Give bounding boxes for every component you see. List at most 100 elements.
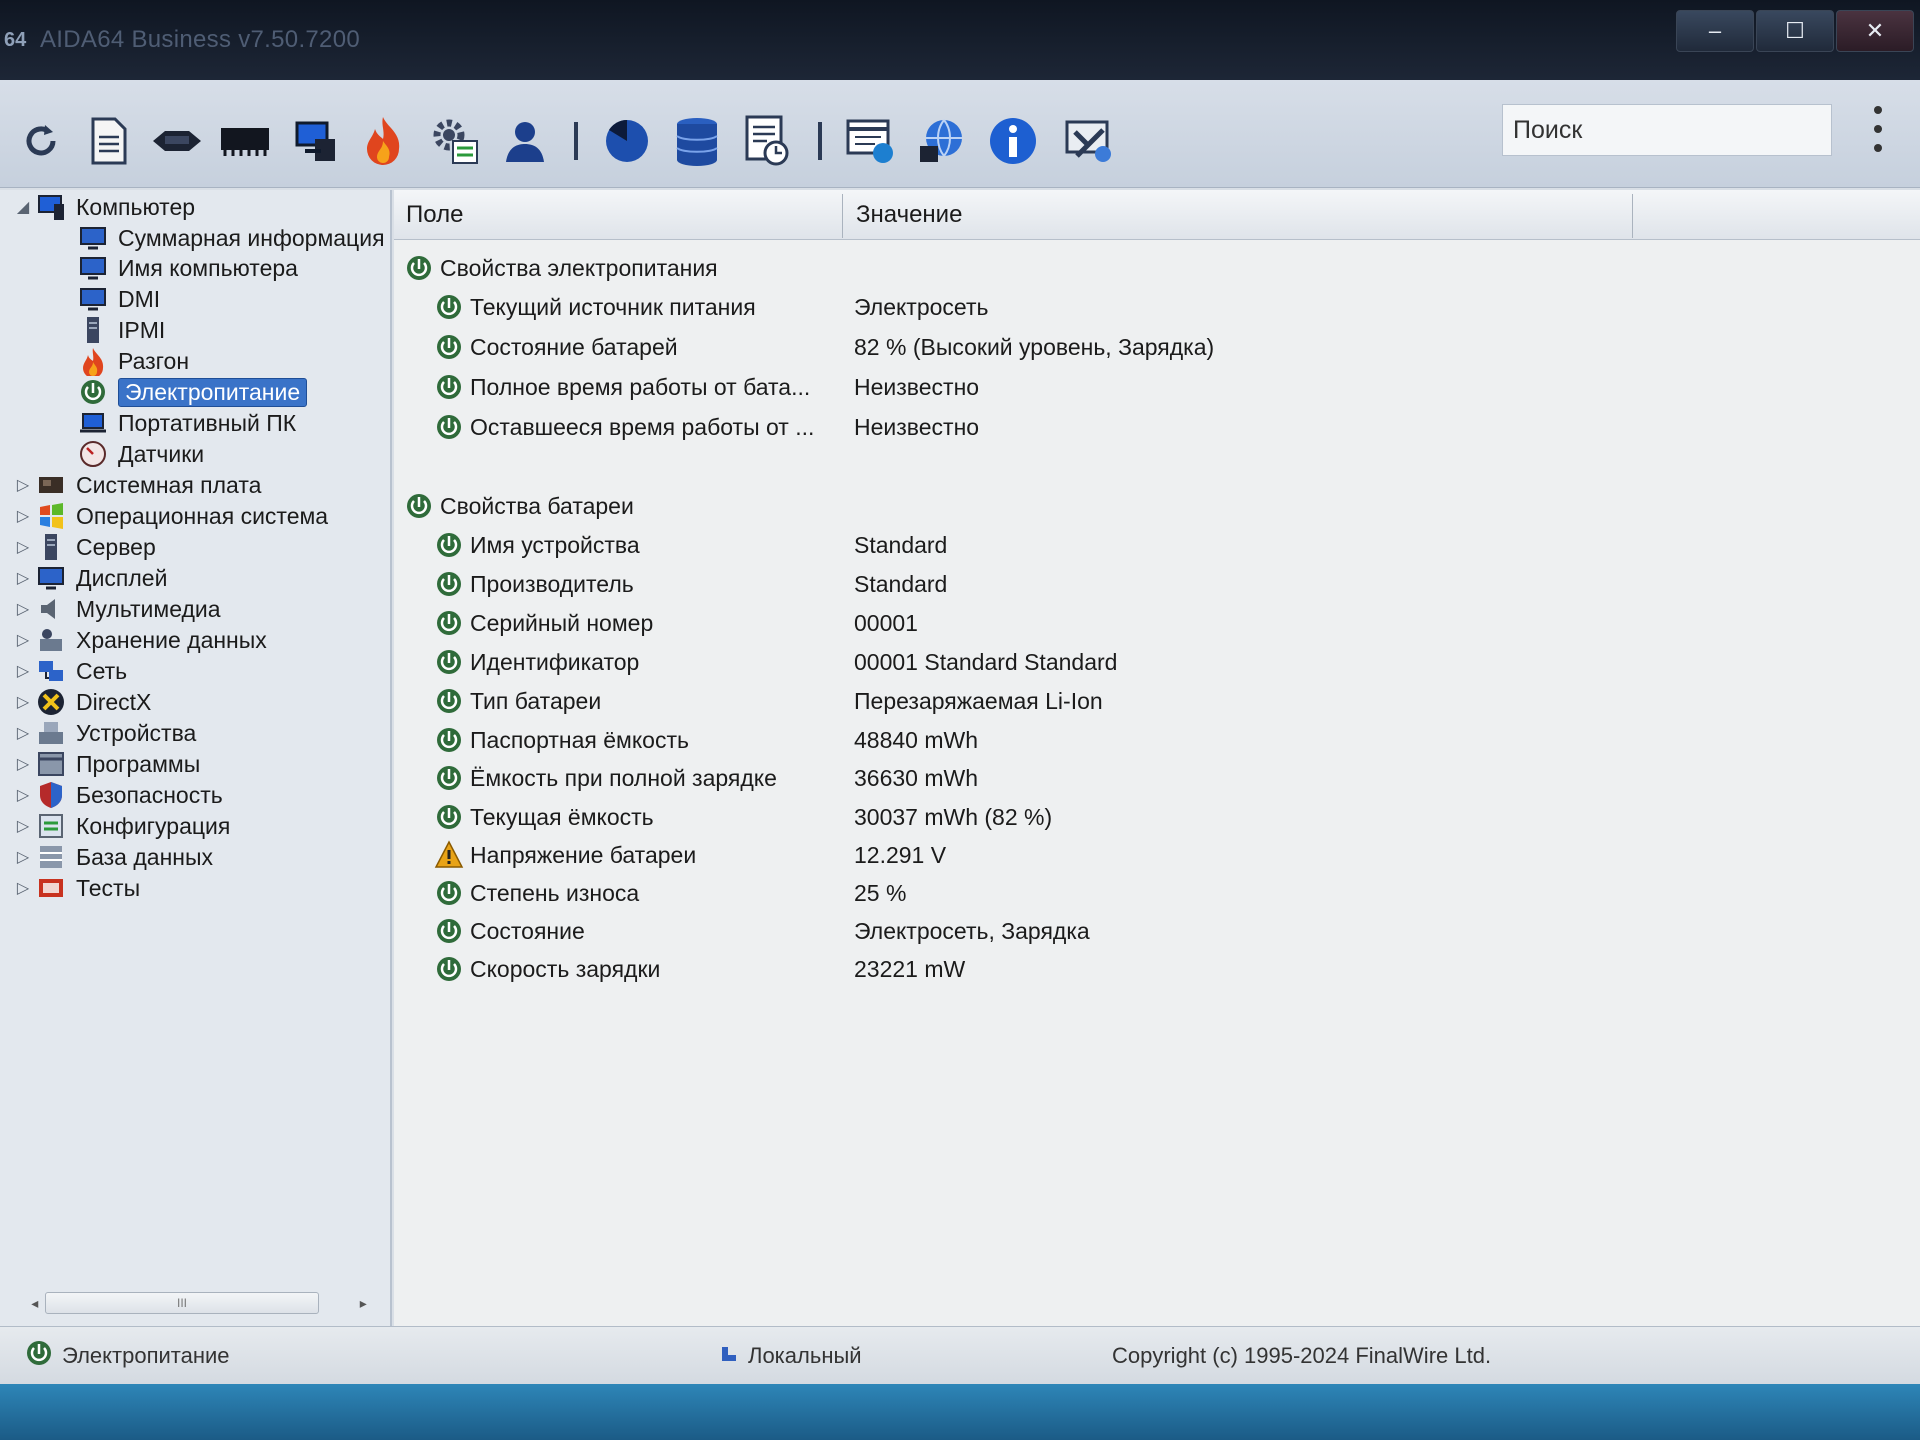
- report-icon[interactable]: [82, 114, 136, 168]
- computer-icon: [34, 192, 68, 222]
- field-value: 48840 mWh: [854, 727, 979, 753]
- tree-item[interactable]: ▷ База данных: [12, 840, 213, 874]
- expand-arrow-icon[interactable]: ▷: [12, 661, 34, 681]
- table-row[interactable]: Оставшееся время работы от ...: [432, 409, 830, 445]
- tree-item[interactable]: ▷ Безопасность: [12, 778, 223, 812]
- navigation-tree: ◢ Компьютер Суммарная информация Имя компью…: [0, 190, 392, 1340]
- toolbar: Поиск: [0, 80, 1920, 188]
- table-row[interactable]: Серийный номер: [432, 605, 830, 641]
- scroll-right-icon[interactable]: ▸: [353, 1295, 374, 1312]
- expand-arrow-icon[interactable]: ▷: [12, 599, 34, 619]
- table-row[interactable]: Идентификатор: [432, 644, 830, 680]
- expand-arrow-icon[interactable]: ▷: [12, 816, 34, 836]
- tree-item[interactable]: ▷ Системная плата: [12, 468, 262, 502]
- expand-arrow-icon[interactable]: ▷: [12, 785, 34, 805]
- column-divider[interactable]: [1632, 194, 1633, 238]
- minimize-button[interactable]: ‒: [1676, 10, 1754, 52]
- maximize-button[interactable]: ☐: [1756, 10, 1834, 52]
- refresh-icon[interactable]: [14, 114, 68, 168]
- tree-item[interactable]: ▷ Операционная система: [12, 499, 328, 533]
- tree-item[interactable]: ▷ Конфигурация: [12, 809, 231, 843]
- tree-item[interactable]: ▷ Хранение данных: [12, 623, 267, 657]
- tree-item[interactable]: Электропитание: [76, 375, 308, 409]
- column-divider[interactable]: [842, 194, 843, 238]
- expand-arrow-icon[interactable]: ▷: [12, 630, 34, 650]
- expand-arrow-icon[interactable]: ▷: [12, 723, 34, 743]
- tree-item[interactable]: ◢ Компьютер: [12, 190, 195, 224]
- tree-item[interactable]: DMI: [76, 282, 160, 316]
- tree-item[interactable]: ▷ DirectX: [12, 685, 151, 719]
- scroll-thumb[interactable]: III: [45, 1292, 319, 1314]
- table-row[interactable]: Паспортная ёмкость: [432, 722, 830, 758]
- info-icon[interactable]: [986, 114, 1040, 168]
- window-controls: ‒ ☐ ✕: [1676, 10, 1914, 52]
- power-icon: [432, 877, 466, 909]
- tree-item[interactable]: ▷ Сеть: [12, 654, 127, 688]
- table-row[interactable]: Имя устройства: [432, 527, 830, 563]
- database-icon[interactable]: [670, 114, 724, 168]
- status-mode-label: Локальный: [748, 1343, 862, 1368]
- search-input[interactable]: Поиск: [1502, 104, 1832, 156]
- tree-item-label: Безопасность: [76, 781, 223, 808]
- power-icon: [432, 724, 466, 756]
- more-menu-icon[interactable]: [1872, 106, 1884, 152]
- expand-arrow-icon[interactable]: ▷: [12, 847, 34, 867]
- user-icon[interactable]: [498, 114, 552, 168]
- tree-item[interactable]: Имя компьютера: [76, 251, 298, 285]
- group-header-row[interactable]: Свойства электропитания: [402, 250, 800, 286]
- field-name: Свойства батареи: [440, 492, 634, 519]
- expand-arrow-icon[interactable]: ▷: [12, 537, 34, 557]
- programs-icon: [34, 749, 68, 779]
- motherboard-icon[interactable]: [150, 114, 204, 168]
- network-globe-icon[interactable]: [914, 114, 968, 168]
- computer-icon[interactable]: [290, 114, 344, 168]
- expand-arrow-icon[interactable]: ▷: [12, 506, 34, 526]
- table-row[interactable]: Степень износа: [432, 875, 830, 911]
- expand-arrow-icon[interactable]: ▷: [12, 475, 34, 495]
- table-row[interactable]: Производитель: [432, 566, 830, 602]
- expand-arrow-icon[interactable]: ◢: [12, 197, 34, 217]
- table-row[interactable]: Ёмкость при полной зарядке: [432, 760, 830, 796]
- disk-pie-icon[interactable]: [600, 114, 654, 168]
- table-row[interactable]: Текущая ёмкость: [432, 799, 830, 835]
- group-header-row[interactable]: Свойства батареи: [402, 488, 800, 524]
- gauge-icon: [76, 439, 110, 469]
- table-row[interactable]: Состояние батарей: [432, 329, 830, 365]
- power-icon: [432, 646, 466, 678]
- tree-horizontal-scrollbar[interactable]: ◂ III ▸: [24, 1290, 374, 1316]
- table-row[interactable]: Скорость зарядки: [432, 951, 830, 987]
- close-button[interactable]: ✕: [1836, 10, 1914, 52]
- tree-item-label: IPMI: [118, 316, 166, 343]
- tools-icon[interactable]: [1062, 114, 1116, 168]
- table-row[interactable]: Полное время работы от бата...: [432, 369, 830, 405]
- tree-item[interactable]: Разгон: [76, 344, 189, 378]
- overclock-flame-icon[interactable]: [356, 114, 410, 168]
- tree-item[interactable]: IPMI: [76, 313, 165, 347]
- tree-item[interactable]: ▷ Дисплей: [12, 561, 168, 595]
- tree-item[interactable]: ▷ Сервер: [12, 530, 156, 564]
- table-row[interactable]: Состояние: [432, 913, 830, 949]
- tree-item[interactable]: Портативный ПК: [76, 406, 296, 440]
- tree-item[interactable]: ▷ Программы: [12, 747, 200, 781]
- tree-item[interactable]: ▷ Тесты: [12, 871, 140, 905]
- table-row[interactable]: Текущий источник питания: [432, 289, 830, 325]
- tree-item-label: Портативный ПК: [118, 409, 297, 436]
- expand-arrow-icon[interactable]: ▷: [12, 692, 34, 712]
- scroll-left-icon[interactable]: ◂: [24, 1295, 45, 1312]
- memory-icon[interactable]: [218, 114, 272, 168]
- expand-arrow-icon[interactable]: ▷: [12, 568, 34, 588]
- column-header-field[interactable]: Поле: [394, 190, 463, 240]
- tree-item[interactable]: Суммарная информация: [76, 221, 385, 255]
- column-header-value[interactable]: Значение: [844, 190, 962, 240]
- table-row[interactable]: Напряжение батареи: [432, 837, 830, 873]
- benchmark-icon[interactable]: [740, 114, 794, 168]
- tree-item[interactable]: ▷ Мультимедиа: [12, 592, 221, 626]
- bios-update-icon[interactable]: [844, 114, 898, 168]
- expand-arrow-icon[interactable]: ▷: [12, 878, 34, 898]
- tree-item[interactable]: Датчики: [76, 437, 204, 471]
- power-icon: [432, 568, 466, 600]
- tree-item[interactable]: ▷ Устройства: [12, 716, 196, 750]
- settings-icon[interactable]: [428, 114, 482, 168]
- table-row[interactable]: Тип батареи: [432, 683, 830, 719]
- expand-arrow-icon[interactable]: ▷: [12, 754, 34, 774]
